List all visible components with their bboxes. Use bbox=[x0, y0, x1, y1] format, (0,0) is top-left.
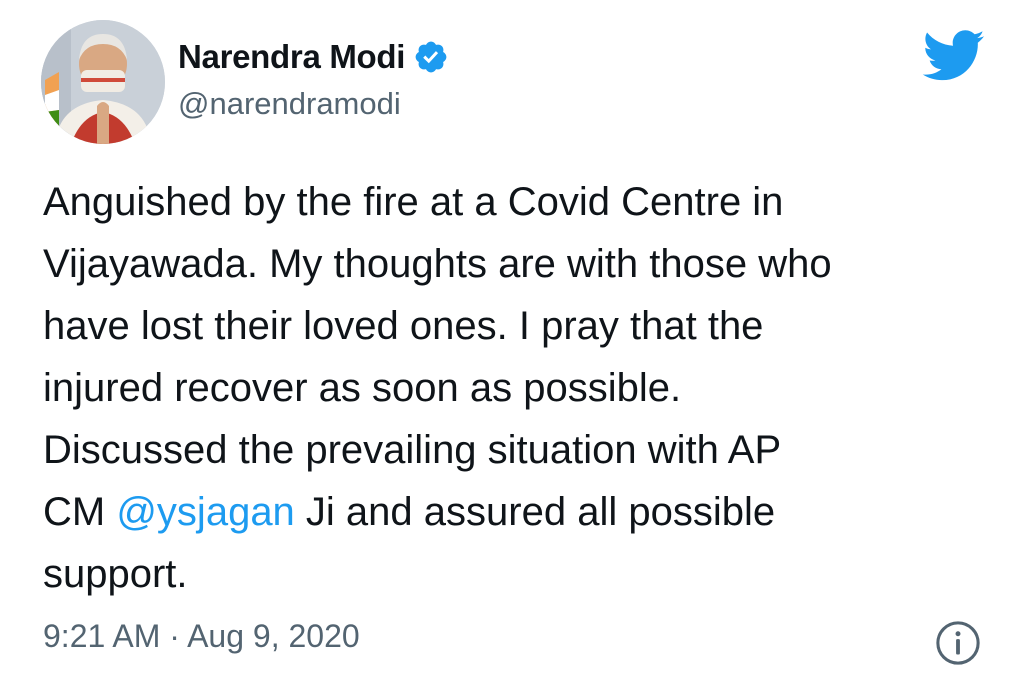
tweet-text-fragment: CM bbox=[43, 490, 117, 534]
info-icon[interactable] bbox=[935, 620, 981, 666]
mention-link[interactable]: @ysjagan bbox=[116, 490, 294, 534]
author-display-name[interactable]: Narendra Modi bbox=[178, 38, 405, 76]
tweet-line: Discussed the prevailing situation with … bbox=[43, 428, 782, 472]
tweet-text-fragment: Ji and assured all possible bbox=[294, 490, 776, 534]
avatar[interactable] bbox=[41, 20, 165, 144]
tweet-line: have lost their loved ones. I pray that … bbox=[43, 304, 764, 348]
twitter-bird-icon[interactable] bbox=[922, 30, 986, 82]
verified-badge-icon bbox=[415, 41, 447, 73]
tweet-line: injured recover as soon as possible. bbox=[43, 366, 682, 410]
author-name-row[interactable]: Narendra Modi bbox=[178, 38, 449, 76]
tweet-line: support. bbox=[43, 552, 188, 596]
tweet-line: Vijayawada. My thoughts are with those w… bbox=[43, 242, 832, 286]
tweet-body: Anguished by the fire at a Covid Centre … bbox=[43, 171, 1003, 605]
tweet-line-with-mention: CM @ysjagan Ji and assured all possible bbox=[43, 481, 1003, 543]
profile-photo-icon bbox=[41, 20, 165, 144]
tweet-line: Anguished by the fire at a Covid Centre … bbox=[43, 180, 784, 224]
tweet-timestamp[interactable]: 9:21 AM · Aug 9, 2020 bbox=[43, 618, 360, 655]
tweet-card: Narendra Modi @narendramodi Anguished by… bbox=[0, 0, 1024, 688]
author-handle[interactable]: @narendramodi bbox=[178, 86, 401, 122]
